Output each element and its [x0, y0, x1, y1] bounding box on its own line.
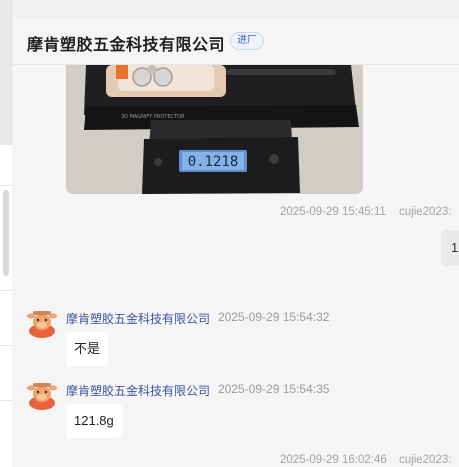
conversation-list-scrollbar[interactable]	[3, 190, 9, 276]
cow-avatar-icon[interactable]	[27, 310, 57, 338]
chat-title: 摩肯塑胶五金科技有限公司	[27, 37, 226, 54]
message-bubble[interactable]: 121.8g	[66, 404, 122, 438]
chat-header: 摩肯塑胶五金科技有限公司 进厂	[12, 18, 459, 65]
message-sender[interactable]: 摩肯塑胶五金科技有限公司	[66, 382, 210, 399]
message-sender: cujie2023:	[399, 206, 452, 218]
status-badge[interactable]: 进厂	[230, 32, 264, 50]
divider	[0, 400, 12, 401]
divider	[0, 290, 12, 291]
scale-display: 0.1218	[188, 154, 239, 170]
divider	[0, 185, 12, 186]
message-sender: cujie2023:	[399, 454, 452, 466]
message-timestamp: 2025-09-29 15:45:11	[280, 206, 386, 218]
chat-window: 摩肯塑胶五金科技有限公司 进厂 3D MAGNIFY PROTECTOR 0.1…	[12, 18, 459, 467]
outgoing-message-bubble[interactable]: 12	[441, 230, 459, 266]
message-timestamp: 2025-09-29 15:54:35	[218, 382, 330, 396]
message-bubble[interactable]: 不是	[66, 332, 109, 366]
message-timestamp: 2025-09-29 15:54:32	[218, 310, 330, 324]
message-image[interactable]: 3D MAGNIFY PROTECTOR 0.1218	[66, 65, 363, 194]
box-label: 3D MAGNIFY PROTECTOR	[121, 114, 185, 120]
message-sender[interactable]: 摩肯塑胶五金科技有限公司	[66, 310, 210, 327]
cow-avatar-icon[interactable]	[27, 382, 57, 410]
conversation-list-edge	[0, 0, 12, 467]
scale-photo: 3D MAGNIFY PROTECTOR 0.1218	[66, 65, 363, 194]
divider	[0, 345, 12, 346]
message-timestamp: 2025-09-29 16:02:46	[280, 454, 387, 466]
